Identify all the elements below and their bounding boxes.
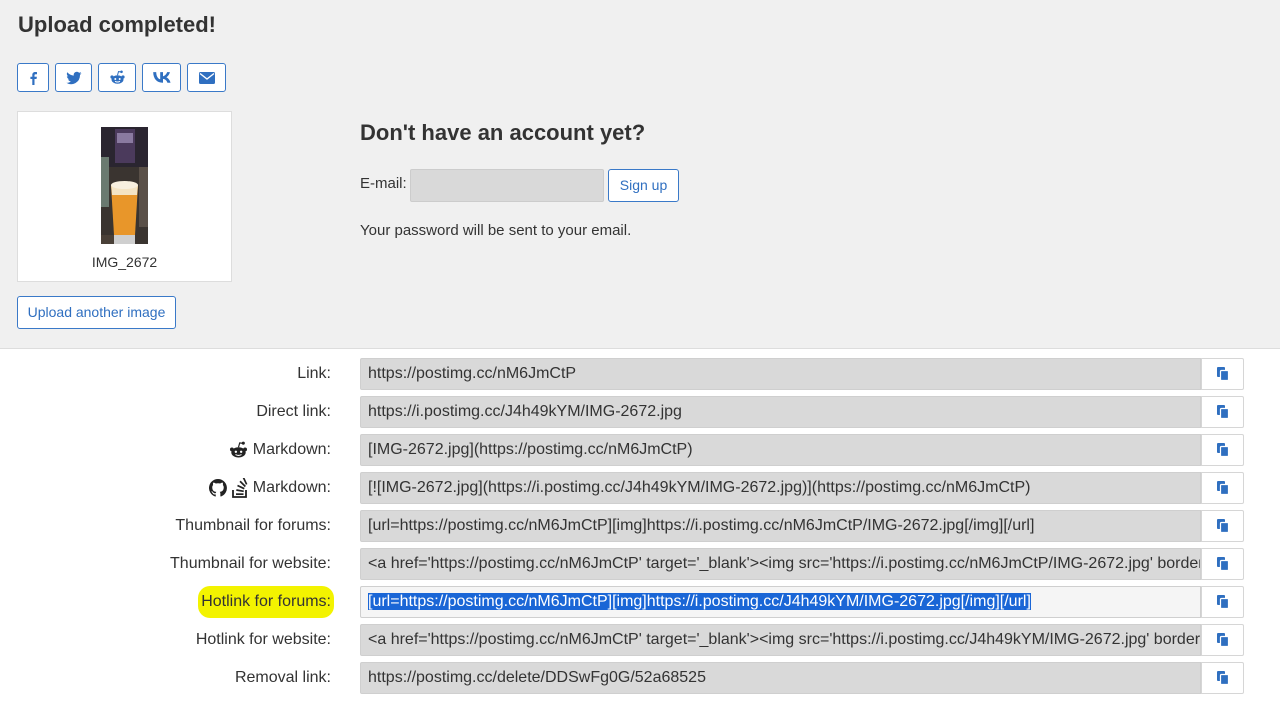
signup-button[interactable]: Sign up	[608, 169, 679, 202]
thumbnail-forums-field[interactable]: [url=https://postimg.cc/nM6JmCtP][img]ht…	[360, 510, 1201, 542]
share-links-list: Link: https://postimg.cc/nM6JmCtP Direct…	[0, 358, 1280, 700]
uploaded-image-thumbnail[interactable]	[101, 127, 148, 244]
link-row: Link: https://postimg.cc/nM6JmCtP	[0, 358, 1280, 396]
hotlink-website-field[interactable]: <a href='https://postimg.cc/nM6JmCtP' ta…	[360, 624, 1201, 656]
email-label: E-mail:	[360, 175, 407, 192]
thumbnail-website-row-label: Thumbnail for website:	[170, 555, 331, 572]
copy-icon	[1216, 405, 1229, 419]
signup-heading: Don't have an account yet?	[360, 120, 646, 145]
stackoverflow-icon	[231, 478, 249, 498]
page-title: Upload completed!	[18, 12, 217, 37]
email-icon	[198, 71, 215, 84]
share-reddit-button[interactable]	[98, 63, 136, 92]
link-row-label: Link:	[297, 365, 331, 382]
markdown-github-row: Markdown: [![IMG-2672.jpg](https://i.pos…	[0, 472, 1280, 510]
copy-button[interactable]	[1201, 586, 1244, 618]
thumbnail-forums-row: Thumbnail for forums: [url=https://posti…	[0, 510, 1280, 548]
removal-link-row: Removal link: https://postimg.cc/delete/…	[0, 662, 1280, 700]
share-twitter-button[interactable]	[55, 63, 92, 92]
link-field[interactable]: https://postimg.cc/nM6JmCtP	[360, 358, 1201, 390]
markdown-github-field[interactable]: [![IMG-2672.jpg](https://i.postimg.cc/J4…	[360, 472, 1201, 504]
thumbnail-website-row: Thumbnail for website: <a href='https://…	[0, 548, 1280, 586]
twitter-icon	[65, 71, 82, 85]
direct-link-row: Direct link: https://i.postimg.cc/J4h49k…	[0, 396, 1280, 434]
share-buttons	[17, 63, 226, 92]
copy-button[interactable]	[1201, 662, 1244, 694]
markdown-github-row-label: Markdown:	[252, 479, 331, 496]
share-email-button[interactable]	[187, 63, 226, 92]
hotlink-forums-field[interactable]: [url=https://postimg.cc/nM6JmCtP][img]ht…	[360, 586, 1201, 618]
share-vk-button[interactable]	[142, 63, 181, 92]
thumbnail-card[interactable]: IMG_2672	[17, 111, 232, 282]
copy-button[interactable]	[1201, 510, 1244, 542]
copy-button[interactable]	[1201, 358, 1244, 390]
reddit-icon	[228, 441, 249, 459]
removal-link-row-label: Removal link:	[234, 669, 331, 686]
email-field[interactable]	[410, 169, 604, 202]
copy-icon	[1216, 481, 1229, 495]
copy-button[interactable]	[1201, 624, 1244, 656]
selected-text: [url=https://postimg.cc/nM6JmCtP][img]ht…	[368, 593, 1031, 610]
upload-another-button[interactable]: Upload another image	[17, 296, 176, 329]
facebook-icon	[27, 71, 39, 85]
direct-link-row-label: Direct link:	[256, 403, 331, 420]
copy-button[interactable]	[1201, 396, 1244, 428]
copy-icon	[1216, 367, 1229, 381]
password-note: Your password will be sent to your email…	[360, 222, 632, 239]
thumbnail-forums-row-label: Thumbnail for forums:	[175, 517, 331, 534]
hotlink-forums-row-label: Hotlink for forums:	[198, 586, 334, 618]
share-facebook-button[interactable]	[17, 63, 49, 92]
direct-link-field[interactable]: https://i.postimg.cc/J4h49kYM/IMG-2672.j…	[360, 396, 1201, 428]
thumbnail-filename: IMG_2672	[91, 254, 158, 270]
vk-icon	[152, 72, 171, 83]
copy-button[interactable]	[1201, 548, 1244, 580]
thumbnail-website-field[interactable]: <a href='https://postimg.cc/nM6JmCtP' ta…	[360, 548, 1201, 580]
hotlink-forums-row: Hotlink for forums: [url=https://postimg…	[0, 586, 1280, 624]
copy-icon	[1216, 557, 1229, 571]
copy-button[interactable]	[1201, 434, 1244, 466]
copy-button[interactable]	[1201, 472, 1244, 504]
copy-icon	[1216, 595, 1229, 609]
copy-icon	[1216, 633, 1229, 647]
removal-link-field[interactable]: https://postimg.cc/delete/DDSwFg0G/52a68…	[360, 662, 1201, 694]
copy-icon	[1216, 671, 1229, 685]
markdown-reddit-field[interactable]: [IMG-2672.jpg](https://postimg.cc/nM6JmC…	[360, 434, 1201, 466]
upload-summary-panel: Upload completed! IMG_2672 Upload anothe…	[0, 0, 1280, 349]
markdown-reddit-row: Markdown: [IMG-2672.jpg](https://postimg…	[0, 434, 1280, 472]
copy-icon	[1216, 443, 1229, 457]
hotlink-website-row-label: Hotlink for website:	[195, 631, 331, 648]
markdown-reddit-row-label: Markdown:	[252, 441, 331, 458]
reddit-icon	[109, 70, 126, 85]
copy-icon	[1216, 519, 1229, 533]
hotlink-website-row: Hotlink for website: <a href='https://po…	[0, 624, 1280, 662]
github-icon	[208, 479, 227, 497]
